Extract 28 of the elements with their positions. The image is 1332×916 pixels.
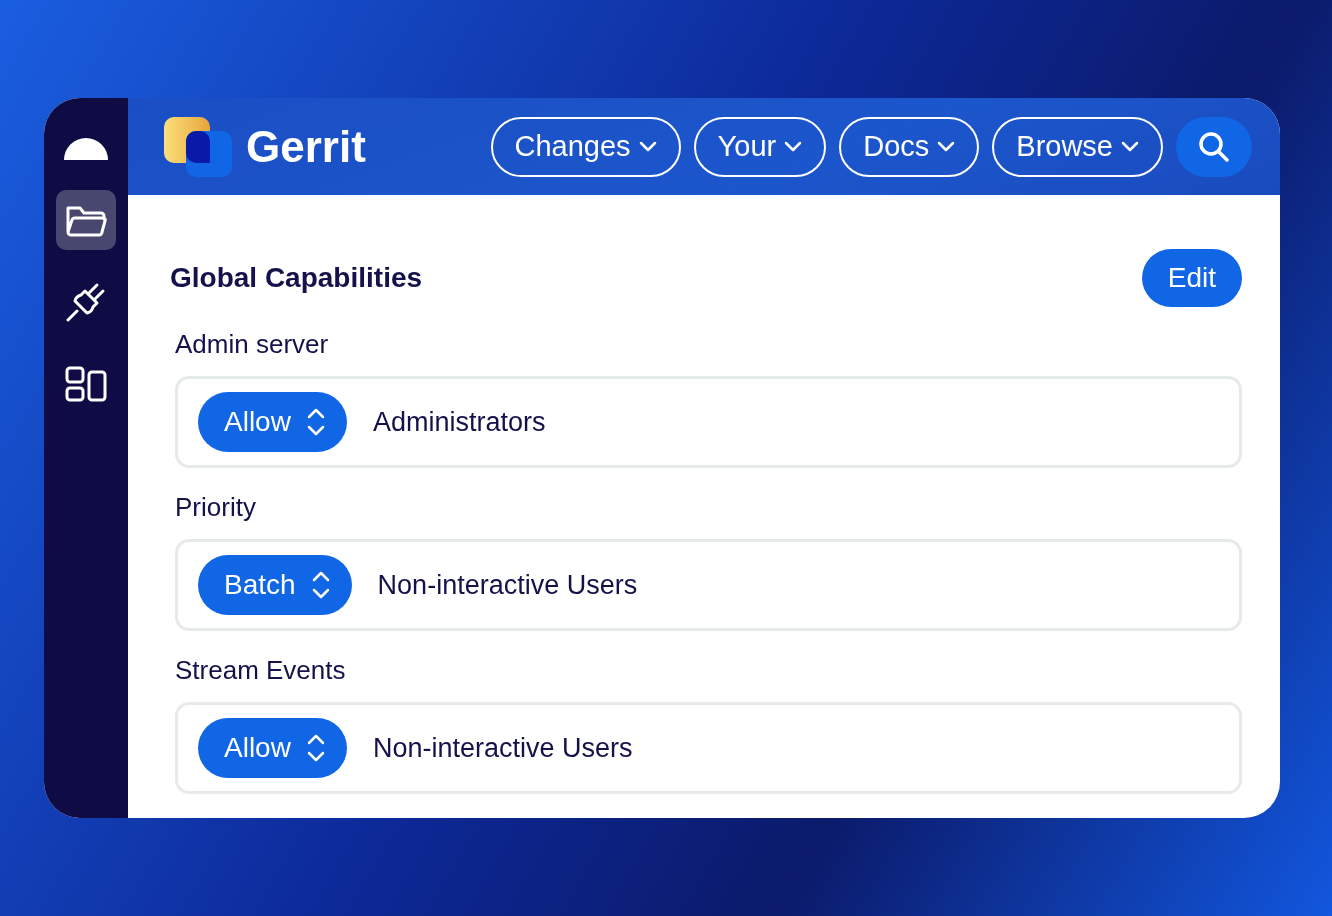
logo-icon bbox=[164, 116, 234, 177]
search-icon bbox=[1198, 130, 1230, 163]
action-dropdown[interactable]: Allow bbox=[198, 718, 347, 778]
nav-menu-button[interactable]: Docs bbox=[839, 116, 980, 177]
brand-name: Gerrit bbox=[246, 121, 366, 172]
up-down-chevron-icon bbox=[311, 571, 330, 599]
plug-icon bbox=[66, 282, 106, 322]
nav-menu-button[interactable]: Changes bbox=[490, 116, 681, 177]
nav-menu-button[interactable]: Browse bbox=[992, 116, 1163, 177]
group-name: Administrators bbox=[372, 406, 546, 438]
group-name: Non-interactive Users bbox=[377, 569, 638, 601]
chevron-down-icon bbox=[937, 140, 956, 153]
section-title: Global Capabilities bbox=[170, 262, 423, 294]
chevron-down-icon bbox=[1121, 140, 1139, 153]
capability-label: Priority bbox=[175, 492, 257, 523]
action-dropdown[interactable]: Allow bbox=[198, 392, 347, 452]
capability-label: Admin server bbox=[175, 329, 330, 360]
up-down-chevron-icon bbox=[306, 734, 325, 762]
group-name: Non-interactive Users bbox=[372, 732, 633, 764]
nav-menu-button[interactable]: Your bbox=[693, 116, 827, 177]
edit-button[interactable]: Edit bbox=[1141, 249, 1242, 307]
chevron-down-icon bbox=[638, 140, 657, 153]
action-dropdown[interactable]: Batch bbox=[198, 555, 352, 615]
layout-icon bbox=[65, 366, 107, 402]
sidebar-item[interactable] bbox=[56, 190, 116, 250]
up-down-chevron-icon bbox=[306, 408, 325, 436]
capability-label: Stream Events bbox=[175, 655, 347, 686]
chevron-down-icon bbox=[784, 140, 803, 153]
